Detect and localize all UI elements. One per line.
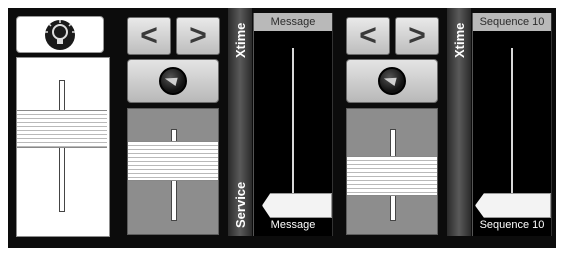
sequence-slider[interactable]: Sequence 10 Sequence 10 [472, 13, 552, 236]
service-label: Service [233, 181, 248, 228]
next-label: > [408, 19, 426, 52]
xtime-label-2: Xtime [452, 22, 467, 58]
prev-label: < [140, 19, 158, 52]
fader-1[interactable] [16, 57, 110, 237]
xtime-label-1: Xtime [233, 22, 248, 58]
next-button-2[interactable]: > [395, 17, 439, 55]
fader-1-knob[interactable] [17, 110, 107, 148]
fader-2-knob[interactable] [128, 141, 218, 181]
strip-2: Xtime [447, 8, 471, 236]
record-disc-icon [159, 67, 187, 95]
go-button-1[interactable] [127, 59, 219, 103]
record-disc-icon [378, 67, 406, 95]
next-label: > [189, 19, 207, 52]
message-header: Message [254, 13, 332, 31]
fader-3-knob[interactable] [347, 156, 437, 196]
message-track [292, 48, 294, 198]
message-handle[interactable] [262, 193, 332, 218]
prev-button-2[interactable]: < [346, 17, 390, 55]
control-panel: < > Xtime Service Message Message < > Xt… [8, 8, 556, 248]
go-button-2[interactable] [346, 59, 438, 103]
message-footer: Message [270, 219, 316, 231]
strip-1: Xtime Service [228, 8, 252, 236]
sequence-footer: Sequence 10 [479, 219, 545, 231]
sequence-header: Sequence 10 [473, 13, 551, 31]
fader-3[interactable] [346, 108, 438, 235]
sequence-handle[interactable] [475, 193, 551, 218]
message-slider[interactable]: Message Message [253, 13, 333, 236]
lightbulb-icon [45, 19, 75, 50]
next-button-1[interactable]: > [176, 17, 220, 55]
lamp-button[interactable] [16, 16, 104, 53]
sequence-track [511, 48, 513, 198]
fader-2[interactable] [127, 108, 219, 235]
prev-button-1[interactable]: < [127, 17, 171, 55]
prev-label: < [359, 19, 377, 52]
